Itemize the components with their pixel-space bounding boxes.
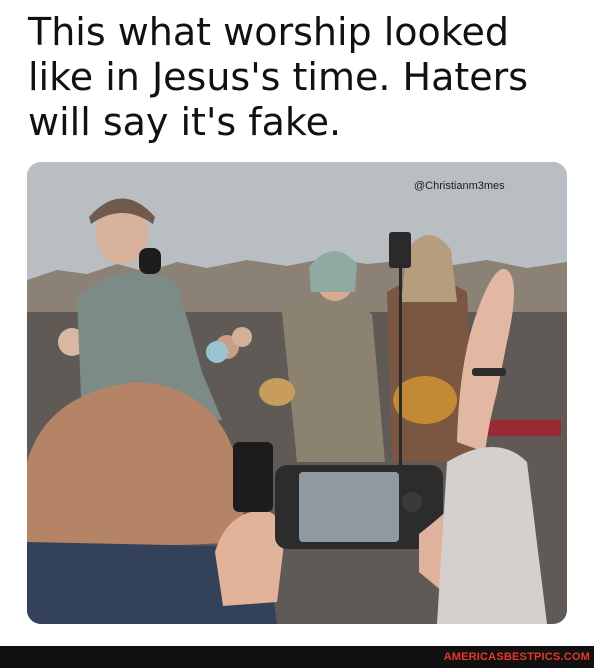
crowd-headscarf [206, 341, 228, 363]
caption-line-2: like in Jesus's time. Haters [28, 55, 529, 99]
caption-line-3: will say it's fake. [28, 100, 342, 144]
singer-middle-robe [282, 297, 385, 462]
speaker-stand [389, 232, 411, 268]
crowd-head [232, 327, 252, 347]
mic-stand [399, 268, 402, 468]
caption-line-1: This what worship looked [28, 10, 509, 54]
site-link[interactable]: AMERICASBESTPICS.COM [444, 651, 590, 663]
bracelet [472, 368, 506, 376]
guitar-body [393, 376, 457, 424]
photo-illustration [27, 162, 567, 624]
phone-back [233, 442, 273, 512]
microphone [139, 248, 161, 274]
watermark-handle: @Christianm3mes [414, 180, 505, 192]
phone-screen [299, 472, 399, 542]
meme-caption: This what worship looked like in Jesus's… [28, 10, 578, 145]
phone-shutter-button [402, 492, 422, 512]
footer-bar: AMERICASBESTPICS.COM [0, 646, 594, 668]
guitar-body-small [259, 378, 295, 406]
worship-photo [27, 162, 567, 624]
